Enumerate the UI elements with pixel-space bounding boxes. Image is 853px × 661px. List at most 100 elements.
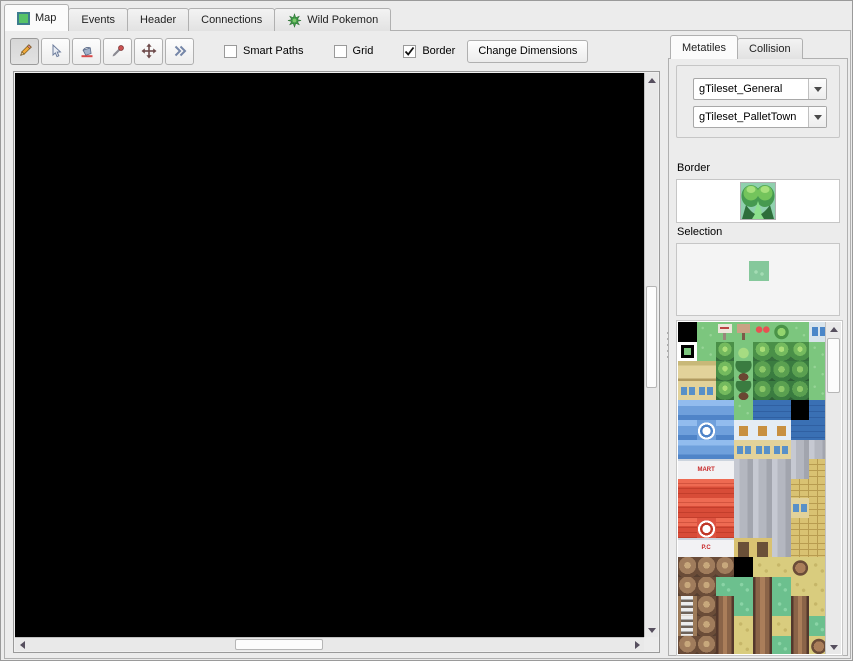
tileset-tile[interactable] xyxy=(716,557,735,577)
tileset-tile[interactable] xyxy=(678,361,697,381)
grid-checkbox[interactable] xyxy=(334,45,347,58)
chevron-down-icon[interactable] xyxy=(808,107,826,127)
tileset-tile[interactable] xyxy=(716,381,735,401)
tileset-tile[interactable] xyxy=(772,459,791,479)
vertical-scroll-thumb[interactable] xyxy=(646,286,657,388)
tab-map[interactable]: Map xyxy=(4,4,69,31)
tileset-tile[interactable] xyxy=(697,518,716,538)
map-horizontal-scrollbar[interactable] xyxy=(15,637,644,651)
eyedropper-tool-button[interactable] xyxy=(103,38,132,65)
scroll-down-button[interactable] xyxy=(645,623,659,637)
tileset-tile[interactable] xyxy=(753,577,772,597)
tileset-tile[interactable] xyxy=(697,342,716,362)
tileset-tile[interactable] xyxy=(716,479,735,499)
tileset-tile[interactable] xyxy=(697,479,716,499)
tileset-tile[interactable] xyxy=(791,636,810,655)
tileset-tile[interactable] xyxy=(716,322,735,342)
tileset-tile[interactable]: MART xyxy=(697,459,716,479)
map-canvas[interactable] xyxy=(15,73,644,637)
tileset-tile[interactable] xyxy=(791,361,810,381)
tileset-tile[interactable] xyxy=(772,381,791,401)
tileset-tile[interactable] xyxy=(716,636,735,655)
tileset-tile[interactable] xyxy=(753,420,772,440)
tileset-tile[interactable] xyxy=(734,616,753,636)
tileset-tile[interactable] xyxy=(716,577,735,597)
tileset-tile[interactable] xyxy=(697,420,716,440)
tileset-tile[interactable] xyxy=(678,440,697,460)
tileset-tile[interactable] xyxy=(678,459,697,479)
tileset-tile[interactable] xyxy=(716,518,735,538)
tileset-tile[interactable] xyxy=(697,400,716,420)
tileset-tile[interactable] xyxy=(791,322,810,342)
tileset-tile[interactable] xyxy=(678,479,697,499)
tileset-tile[interactable] xyxy=(697,322,716,342)
tileset-tile[interactable] xyxy=(753,400,772,420)
tileset-tile[interactable] xyxy=(734,557,753,577)
tileset-tile[interactable] xyxy=(697,616,716,636)
tileset-tile[interactable] xyxy=(678,636,697,655)
tileset-tile[interactable] xyxy=(753,459,772,479)
tileset-tile[interactable] xyxy=(772,596,791,616)
secondary-tileset-combobox[interactable]: gTileset_PalletTown xyxy=(693,106,827,128)
tileset-tile[interactable] xyxy=(753,518,772,538)
tileset-tile[interactable] xyxy=(791,596,810,616)
tileset-tile[interactable] xyxy=(716,420,735,440)
tileset-tile[interactable] xyxy=(772,538,791,558)
tab-collision[interactable]: Collision xyxy=(737,38,803,59)
tileset-grid[interactable]: MARTP.C xyxy=(678,322,828,654)
tileset-tile[interactable] xyxy=(734,636,753,655)
tileset-tile[interactable] xyxy=(678,498,697,518)
tileset-tile[interactable] xyxy=(734,342,753,362)
tileset-tile[interactable] xyxy=(697,596,716,616)
tileset-tile[interactable] xyxy=(791,381,810,401)
border-checkbox[interactable] xyxy=(403,45,416,58)
tileset-tile[interactable] xyxy=(734,577,753,597)
tileset-tile[interactable] xyxy=(734,498,753,518)
tab-connections[interactable]: Connections xyxy=(188,8,275,31)
tileset-tile[interactable] xyxy=(772,479,791,499)
tileset-tile[interactable] xyxy=(678,577,697,597)
tileset-tile[interactable] xyxy=(716,361,735,381)
horizontal-scroll-thumb[interactable] xyxy=(235,639,323,650)
scroll-up-button[interactable] xyxy=(645,73,659,87)
tileset-tile[interactable] xyxy=(716,459,735,479)
pointer-tool-button[interactable] xyxy=(41,38,70,65)
tileset-tile[interactable] xyxy=(753,557,772,577)
tileset-tile[interactable] xyxy=(697,381,716,401)
tileset-tile[interactable] xyxy=(678,518,697,538)
tileset-tile[interactable] xyxy=(791,616,810,636)
tileset-tile[interactable] xyxy=(753,596,772,616)
tileset-tile[interactable] xyxy=(734,400,753,420)
tileset-tile[interactable] xyxy=(791,440,810,460)
tileset-tile[interactable] xyxy=(772,322,791,342)
tileset-tile[interactable] xyxy=(678,400,697,420)
scroll-down-button[interactable] xyxy=(826,640,841,654)
tileset-tile[interactable] xyxy=(716,538,735,558)
tileset-tile[interactable] xyxy=(678,557,697,577)
tab-wild-pokemon[interactable]: Wild Pokemon xyxy=(274,8,391,31)
tileset-tile[interactable] xyxy=(791,342,810,362)
tileset-tile[interactable] xyxy=(734,518,753,538)
tileset-tile[interactable] xyxy=(716,342,735,362)
tileset-tile[interactable] xyxy=(734,459,753,479)
tileset-tile[interactable] xyxy=(772,557,791,577)
tileset-tile[interactable] xyxy=(697,577,716,597)
tileset-tile[interactable] xyxy=(791,479,810,499)
tileset-tile[interactable] xyxy=(791,557,810,577)
tab-metatiles[interactable]: Metatiles xyxy=(670,35,738,59)
tileset-tile[interactable] xyxy=(716,498,735,518)
tileset-tile[interactable] xyxy=(678,420,697,440)
tileset-tile[interactable] xyxy=(791,577,810,597)
tileset-tile[interactable] xyxy=(734,596,753,616)
tileset-tile[interactable] xyxy=(697,557,716,577)
tileset-tile[interactable] xyxy=(772,361,791,381)
tileset-tile[interactable] xyxy=(772,577,791,597)
tileset-tile[interactable] xyxy=(772,342,791,362)
tileset-tile[interactable] xyxy=(716,400,735,420)
tileset-tile[interactable] xyxy=(734,322,753,342)
primary-tileset-combobox[interactable]: gTileset_General xyxy=(693,78,827,100)
tileset-tile[interactable] xyxy=(697,440,716,460)
tileset-tile[interactable] xyxy=(753,322,772,342)
tileset-tile[interactable] xyxy=(678,616,697,636)
tileset-tile[interactable] xyxy=(753,440,772,460)
